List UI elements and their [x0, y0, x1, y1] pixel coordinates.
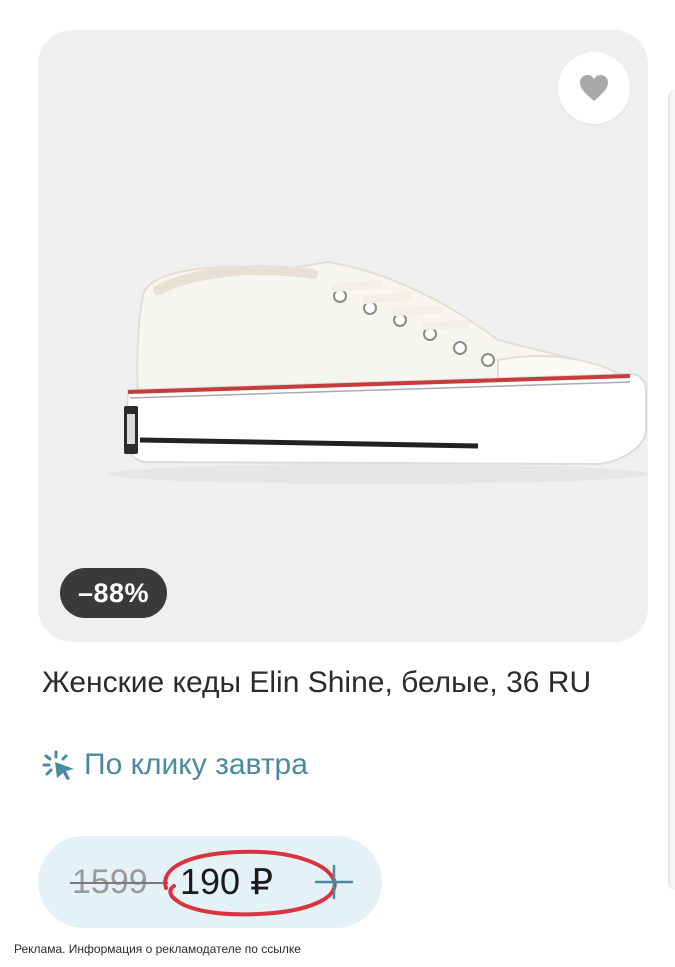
delivery-info: По клику завтра	[42, 745, 308, 785]
sparkle-cursor-icon	[42, 750, 74, 780]
favorite-button[interactable]	[558, 52, 630, 124]
delivery-text: По клику завтра	[84, 748, 308, 781]
discount-badge: –88%	[60, 568, 168, 618]
heart-icon	[580, 75, 608, 101]
price-button[interactable]: 1599 190 ₽	[38, 836, 382, 928]
add-to-cart-button[interactable]	[306, 856, 362, 908]
plus-icon	[314, 864, 354, 900]
next-card-edge	[668, 90, 675, 890]
product-image-sneaker	[108, 260, 648, 484]
ad-disclaimer[interactable]: Реклама. Информация о рекламодателе по с…	[14, 942, 301, 956]
product-title[interactable]: Женские кеды Elin Shine, белые, 36 RU	[42, 664, 642, 702]
product-image-card[interactable]: –88%	[38, 30, 648, 642]
current-price: 190 ₽	[180, 861, 273, 902]
